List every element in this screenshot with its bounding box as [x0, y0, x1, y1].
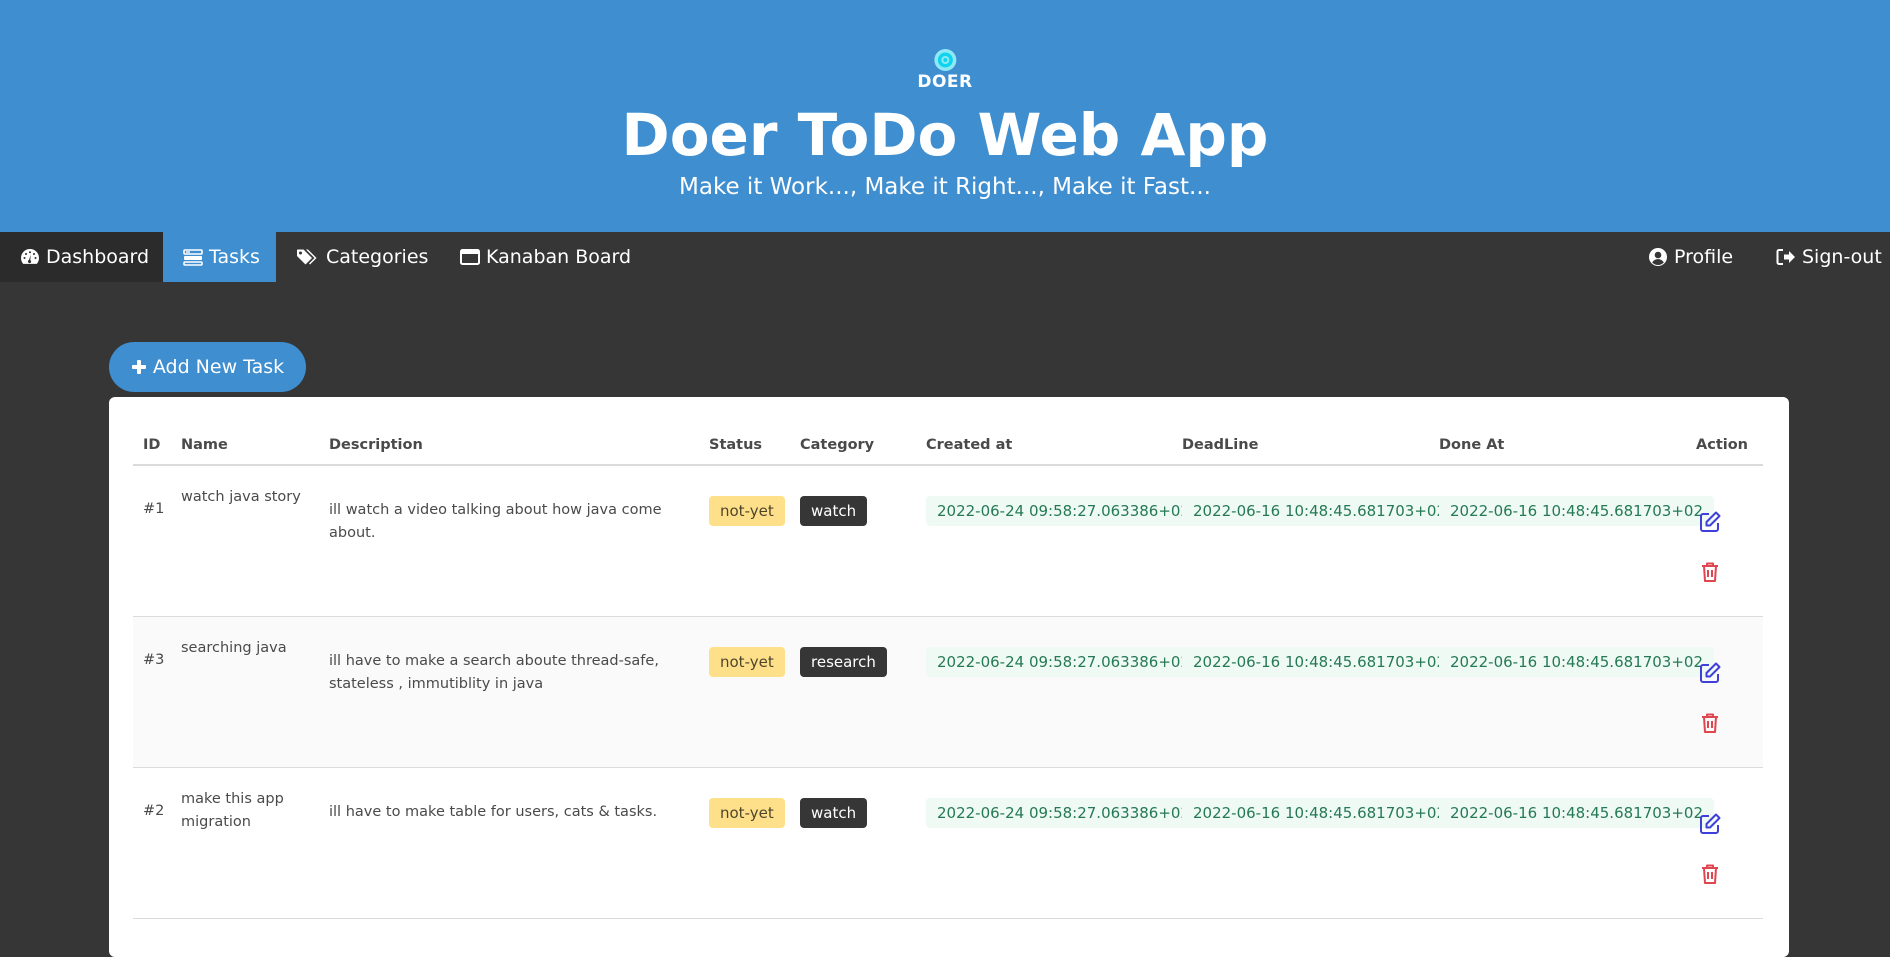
delete-task-button[interactable] — [1698, 711, 1722, 735]
nav-label-tasks: Tasks — [209, 246, 260, 268]
edit-task-button[interactable] — [1698, 510, 1722, 534]
created-at-badge: 2022-06-24 09:58:27.063386+02 — [926, 646, 1201, 677]
task-name: watch java story — [171, 465, 319, 617]
plus-icon — [131, 359, 147, 375]
nav-item-profile[interactable]: Profile — [1628, 232, 1753, 282]
trash-icon — [1702, 864, 1718, 884]
trash-icon — [1702, 713, 1718, 733]
tasks-card: ID Name Description Status Category Crea… — [109, 397, 1789, 957]
status-badge: not-yet — [709, 797, 785, 828]
header-deadline: DeadLine — [1172, 425, 1429, 466]
task-id: #1 — [133, 465, 171, 617]
user-circle-icon — [1648, 247, 1668, 267]
tasks-table: ID Name Description Status Category Crea… — [133, 425, 1763, 919]
edit-icon — [1700, 662, 1721, 683]
nav-item-signout[interactable]: Sign-out — [1756, 232, 1890, 282]
done-at-badge: 2022-06-16 10:48:45.681703+02 — [1439, 797, 1714, 828]
tachometer-icon — [20, 248, 40, 266]
page-title: Doer ToDo Web App — [621, 101, 1269, 169]
header-description: Description — [319, 425, 699, 466]
created-at-badge: 2022-06-24 09:58:27.063386+02 — [926, 496, 1201, 526]
task-name: searching java — [171, 616, 319, 768]
task-description: ill watch a video talking about how java… — [319, 465, 699, 617]
nav-label-kanban-board: Kanaban Board — [486, 246, 632, 268]
header-done-at: Done At — [1429, 425, 1686, 466]
nav-label-categories: Categories — [326, 246, 429, 268]
task-id: #2 — [133, 767, 171, 919]
add-new-task-label: Add New Task — [152, 356, 285, 378]
table-row: #3 searching java ill have to make a sea… — [133, 616, 1763, 768]
nav-label-profile: Profile — [1674, 246, 1734, 268]
task-id: #3 — [133, 616, 171, 768]
deadline-badge: 2022-06-16 10:48:45.681703+02 — [1182, 797, 1457, 828]
app-logo: DOER — [917, 48, 972, 92]
task-description: ill have to make table for users, cats &… — [319, 767, 699, 919]
edit-icon — [1700, 511, 1721, 532]
table-header-row: ID Name Description Status Category Crea… — [133, 425, 1763, 466]
edit-task-button[interactable] — [1698, 661, 1722, 685]
category-badge: research — [800, 646, 887, 677]
edit-icon — [1700, 813, 1721, 834]
add-new-task-button[interactable]: Add New Task — [109, 342, 306, 392]
table-row: #2 make this app migration ill have to m… — [133, 767, 1763, 919]
header-action: Action — [1686, 425, 1763, 466]
created-at-badge: 2022-06-24 09:58:27.063386+02 — [926, 797, 1201, 828]
tags-icon — [296, 248, 320, 266]
nav-item-categories[interactable]: Categories — [276, 232, 448, 282]
header-category: Category — [790, 425, 916, 466]
header-name: Name — [171, 425, 319, 466]
tasks-list-icon — [183, 248, 203, 266]
hero-banner: DOER Doer ToDo Web App Make it Work..., … — [0, 0, 1890, 232]
nav-label-signout: Sign-out — [1802, 246, 1882, 268]
done-at-badge: 2022-06-16 10:48:45.681703+02 — [1439, 496, 1714, 526]
done-at-badge: 2022-06-16 10:48:45.681703+02 — [1439, 646, 1714, 677]
edit-task-button[interactable] — [1698, 812, 1722, 836]
header-status: Status — [699, 425, 790, 466]
delete-task-button[interactable] — [1698, 560, 1722, 584]
window-icon — [460, 248, 480, 266]
deadline-badge: 2022-06-16 10:48:45.681703+02 — [1182, 646, 1457, 677]
trash-icon — [1702, 562, 1718, 582]
category-badge: watch — [800, 496, 868, 526]
header-id: ID — [133, 425, 171, 466]
nav-item-kanban-board[interactable]: Kanaban Board — [440, 232, 651, 282]
page-subtitle: Make it Work..., Make it Right..., Make … — [679, 174, 1211, 200]
status-badge: not-yet — [709, 496, 785, 526]
category-badge: watch — [800, 797, 868, 828]
nav-label-dashboard: Dashboard — [46, 246, 150, 268]
task-description: ill have to make a search aboute thread-… — [319, 616, 699, 768]
sign-out-icon — [1776, 248, 1796, 266]
deadline-badge: 2022-06-16 10:48:45.681703+02 — [1182, 496, 1457, 526]
logo-text: DOER — [917, 72, 973, 92]
task-name: make this app migration — [171, 767, 319, 919]
table-row: #1 watch java story ill watch a video ta… — [133, 465, 1763, 617]
status-badge: not-yet — [709, 646, 785, 677]
main-navbar: Dashboard Tasks Categories Kanaban Board… — [0, 232, 1890, 282]
header-created-at: Created at — [916, 425, 1172, 466]
nav-item-tasks[interactable]: Tasks — [163, 232, 276, 282]
nav-item-dashboard[interactable]: Dashboard — [0, 232, 163, 282]
delete-task-button[interactable] — [1698, 862, 1722, 886]
logo-target-icon — [934, 49, 956, 71]
